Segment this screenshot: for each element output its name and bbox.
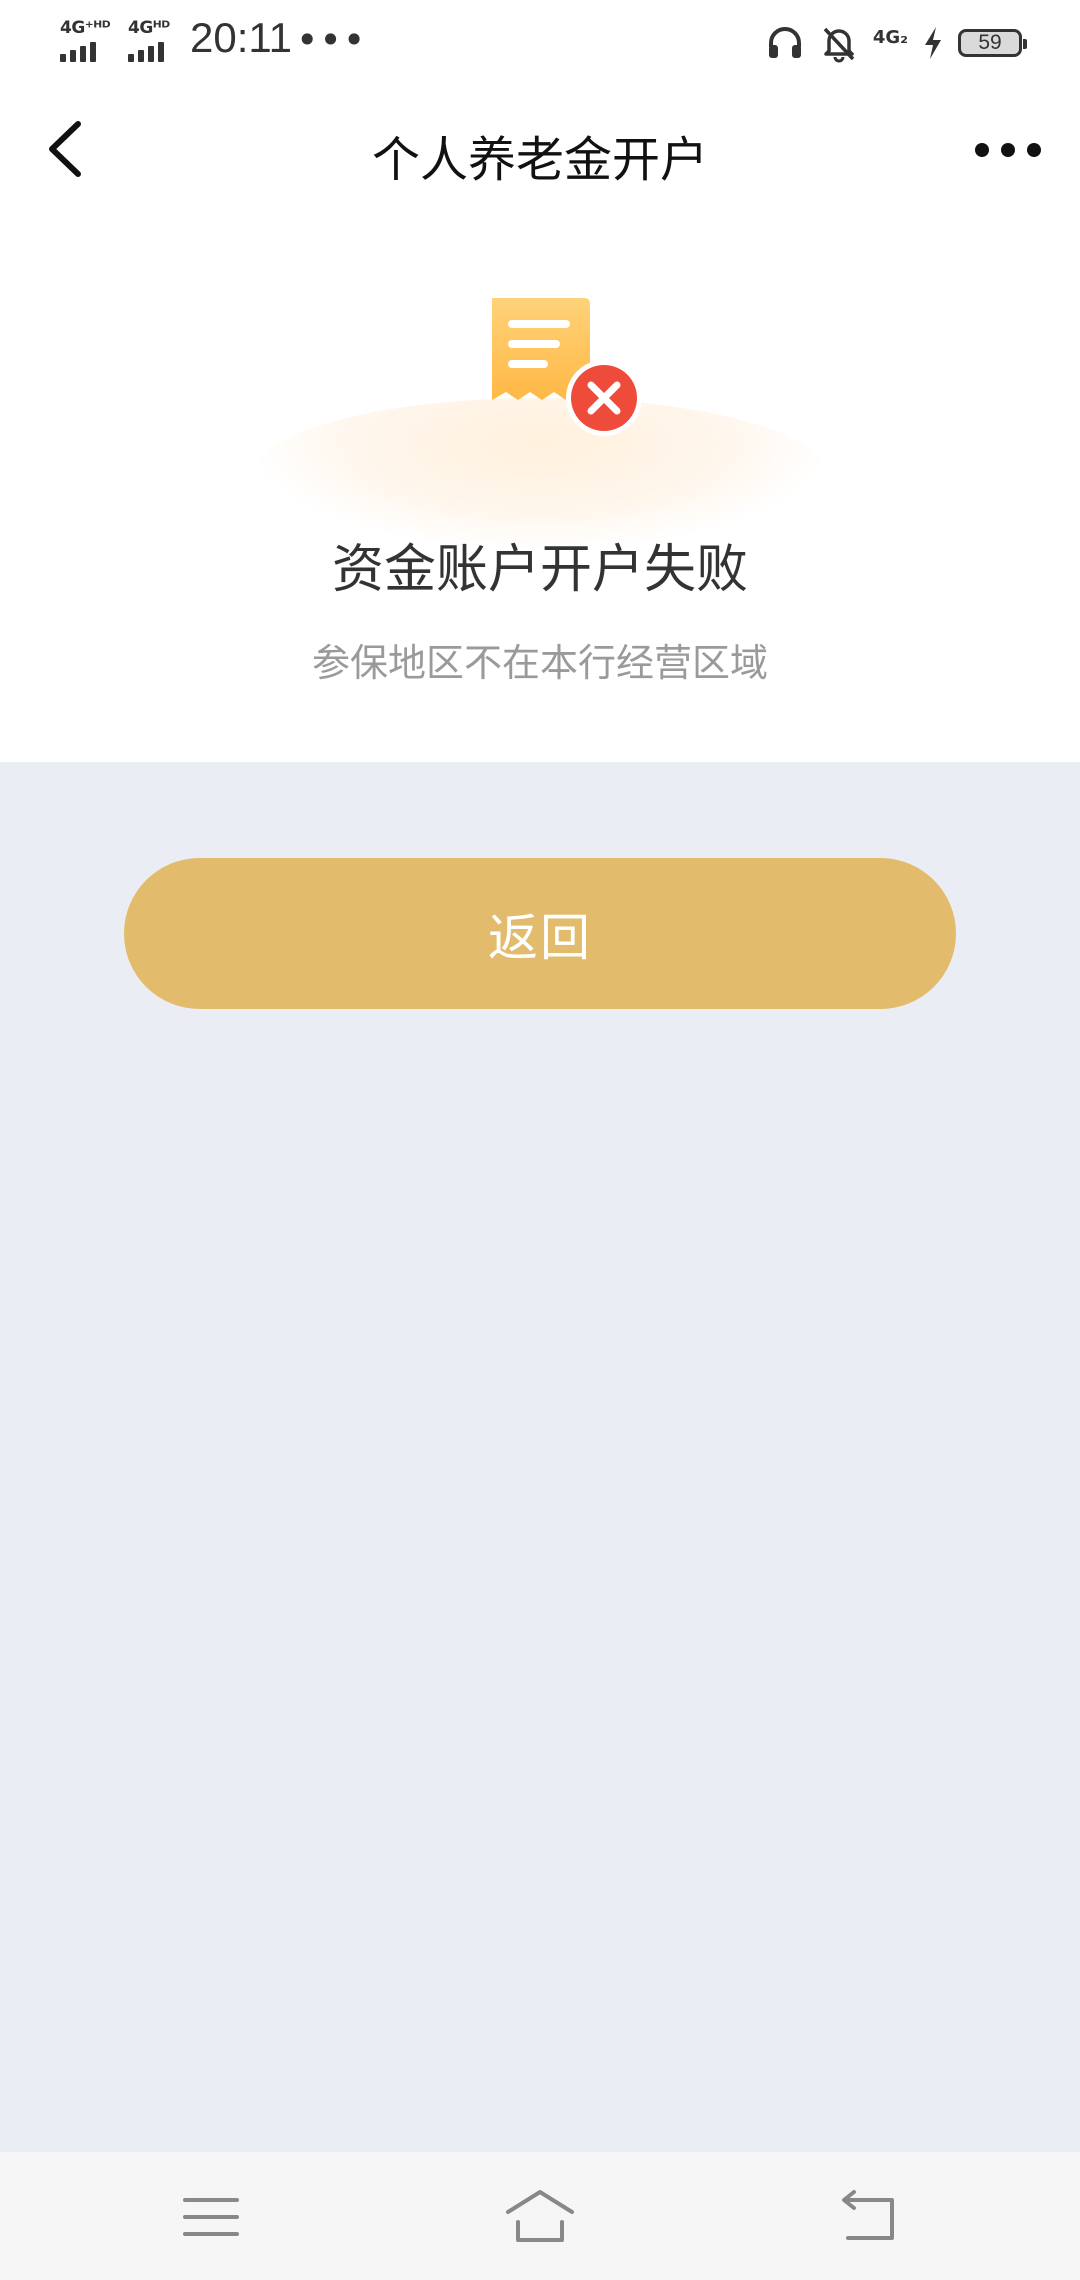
sim1-network-tag: 4G⁺ᴴᴰ — [60, 18, 111, 38]
return-nav-button[interactable] — [830, 2182, 910, 2252]
status-time: 20:11 — [190, 14, 292, 61]
header: 个人养老金开户 — [0, 84, 1080, 214]
return-icon — [842, 2190, 894, 2240]
mute-bell-icon — [823, 27, 855, 63]
notification-more-icon: ••• — [296, 18, 367, 62]
status-bar: 4G⁺ᴴᴰ 4Gᴴᴰ 20:11 ••• 4G₂ 59 — [0, 0, 1080, 84]
signal-sim1-icon: 4G⁺ᴴᴰ — [60, 18, 120, 62]
return-button[interactable]: 返回 — [124, 858, 956, 1009]
charging-icon — [925, 27, 941, 59]
system-nav-bar — [0, 2152, 1080, 2280]
result-subtitle: 参保地区不在本行经营区域 — [311, 641, 768, 685]
receipt-failed-icon — [480, 294, 650, 454]
battery-level: 59 — [978, 31, 1002, 54]
signal-sim2-icon: 4Gᴴᴰ — [128, 18, 188, 62]
menu-icon — [183, 2198, 239, 2236]
sim2-network-tag: 4Gᴴᴰ — [128, 18, 170, 38]
menu-button[interactable] — [171, 2182, 251, 2252]
result-title: 资金账户开户失败 — [331, 540, 748, 600]
page-title: 个人养老金开户 — [371, 132, 708, 188]
headset-icon — [768, 27, 801, 58]
more-horizontal-icon — [975, 143, 1041, 157]
return-button-label: 返回 — [488, 908, 592, 967]
battery-icon: 59 — [958, 29, 1027, 57]
result-card: 资金账户开户失败 参保地区不在本行经营区域 — [0, 214, 1080, 762]
network-type: 4G₂ — [872, 26, 908, 48]
more-button[interactable] — [970, 120, 1050, 180]
home-icon — [506, 2190, 574, 2242]
home-button[interactable] — [500, 2182, 580, 2252]
